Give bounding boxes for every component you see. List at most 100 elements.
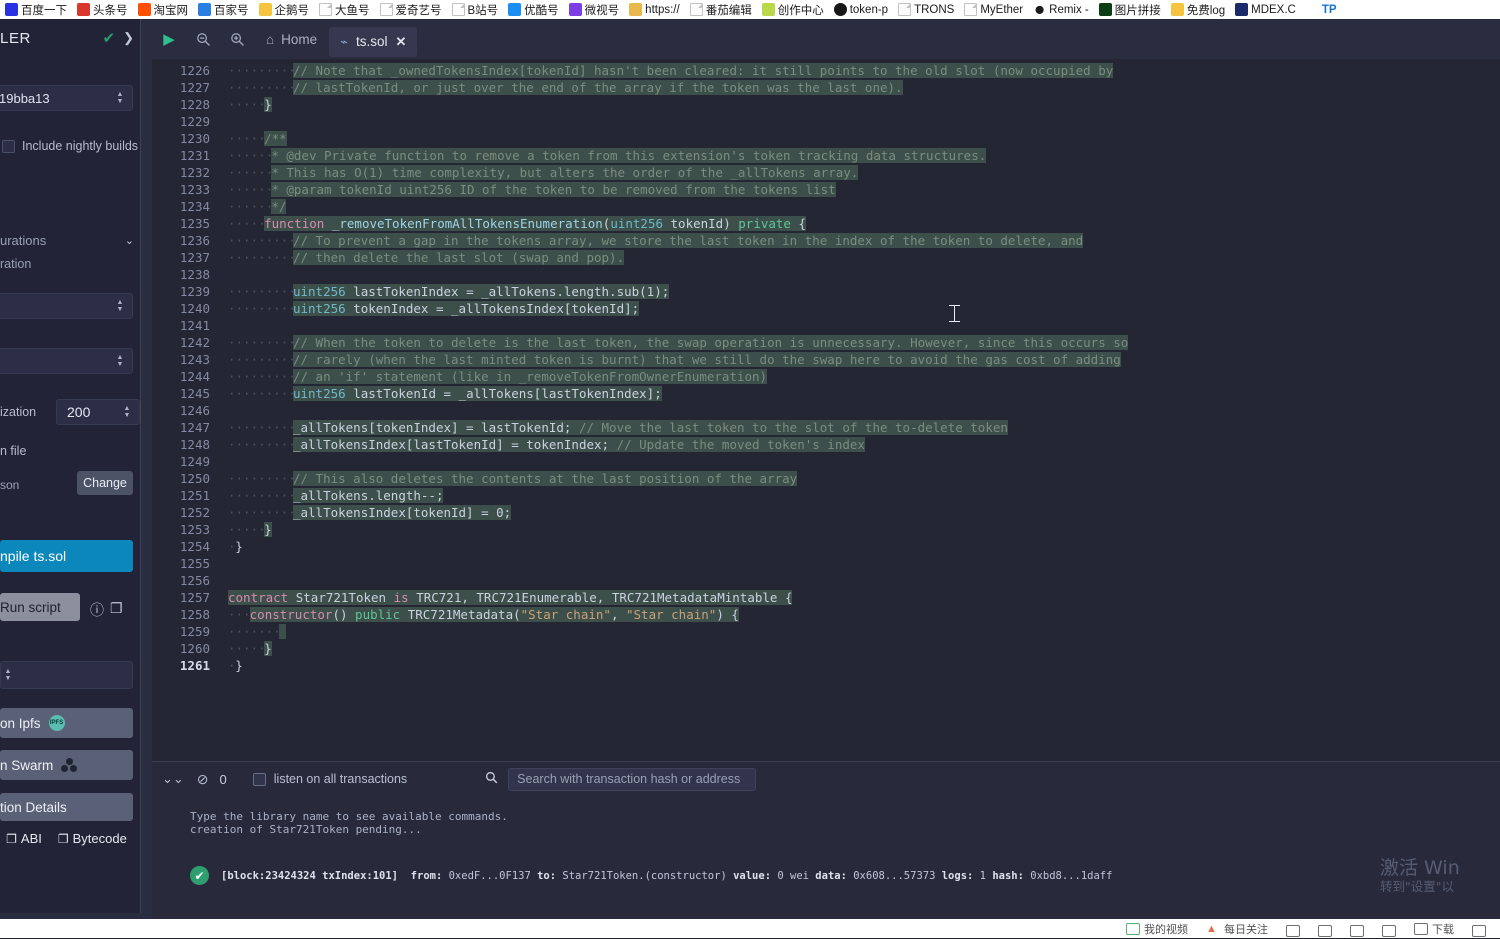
run-icon[interactable]: ▶: [152, 19, 186, 59]
code-editor[interactable]: 1226 1227 1228 1229 1230 1231 1232 1233 1234 1235…: [152, 59, 1500, 761]
code-line[interactable]: * This has O(1) time complexity, but alt…: [271, 164, 859, 181]
spinner-arrows-icon[interactable]: ▲ ▼: [113, 354, 127, 368]
clear-console-icon[interactable]: ⊘: [197, 771, 209, 788]
bottom-strip-item[interactable]: [1286, 925, 1300, 937]
transaction-search-input[interactable]: Search with transaction hash or address: [508, 767, 757, 791]
evm-version-select[interactable]: ▲ ▼: [0, 348, 133, 374]
code-line[interactable]: uint256 lastTokenId = _allTokens[lastTok…: [292, 385, 662, 402]
tab-home[interactable]: ⌂ Home: [254, 19, 329, 59]
code-fold-rail[interactable]: [220, 59, 228, 761]
code-line[interactable]: // then delete the last slot (swap and p…: [292, 249, 625, 266]
info-icon[interactable]: ⓘ: [90, 600, 104, 620]
spinner-arrows-icon[interactable]: ▲ ▼: [1, 668, 15, 682]
bookmark-item[interactable]: 百度一下: [0, 0, 72, 19]
bookmark-item[interactable]: 淘宝网: [133, 0, 194, 19]
chevron-right-icon[interactable]: ❯: [123, 30, 134, 46]
include-nightly-builds-row[interactable]: Include nightly builds: [0, 139, 140, 153]
bookmark-item[interactable]: ⬤ Remix -: [1028, 0, 1094, 19]
compilation-details-button[interactable]: tion Details: [0, 793, 133, 821]
code-line[interactable]: _allTokens.length--;: [292, 487, 444, 504]
code-line[interactable]: }: [264, 96, 272, 113]
bookmark-item[interactable]: 微视号: [564, 0, 625, 19]
code-line[interactable]: constructor() public TRC721Metadata("Sta…: [249, 606, 739, 623]
bookmark-item[interactable]: B站号: [447, 0, 504, 19]
bookmark-item[interactable]: MyEther: [959, 0, 1028, 19]
code-line[interactable]: }: [235, 538, 243, 555]
double-chevron-down-icon[interactable]: ⌄⌄: [162, 771, 184, 787]
listen-on-all-transactions-checkbox[interactable]: [252, 772, 266, 786]
code-line[interactable]: _allTokens[tokenIndex] = lastTokenId; //…: [292, 419, 1008, 436]
code-line[interactable]: // To prevent a gap in the tokens array,…: [292, 232, 1084, 249]
close-icon[interactable]: ✕: [396, 34, 407, 50]
bookmark-item[interactable]: 免费log: [1166, 0, 1230, 19]
publish-on-swarm-button[interactable]: n Swarm: [0, 750, 133, 780]
bookmark-item[interactable]: 爱奇艺号: [375, 0, 447, 19]
bottom-strip-item[interactable]: ▲ 每日关注: [1206, 921, 1268, 937]
code-line[interactable]: * @param tokenId uint256 ID of the token…: [271, 181, 836, 198]
change-config-file-button[interactable]: Change: [77, 471, 133, 495]
bookmark-item[interactable]: TRONS: [893, 0, 959, 19]
bookmark-item[interactable]: 图片拼接: [1094, 0, 1166, 19]
spinner-arrows-icon[interactable]: ▲ ▼: [113, 299, 127, 313]
copy-icon[interactable]: ❐: [110, 600, 123, 617]
code-line[interactable]: }: [264, 640, 272, 657]
contract-select[interactable]: ▲ ▼: [0, 661, 133, 689]
bookmark-item[interactable]: 创作中心: [757, 0, 829, 19]
bottom-strip-item[interactable]: [1382, 925, 1396, 937]
code-line[interactable]: uint256 tokenIndex = _allTokensIndex[tok…: [292, 300, 640, 317]
code-line[interactable]: function _removeTokenFromAllTokensEnumer…: [264, 215, 807, 232]
code-line[interactable]: // This also deletes the contents at the…: [292, 470, 798, 487]
copy-abi-button[interactable]: ❐ ABI: [6, 831, 42, 846]
bookmark-item[interactable]: 企鹅号: [254, 0, 315, 19]
code-content[interactable]: ·········// Note that _ownedTokensIndex[…: [228, 59, 1500, 761]
bookmark-item[interactable]: 头条号: [72, 0, 133, 19]
publish-on-ipfs-button[interactable]: on Ipfs IPFS: [0, 708, 133, 738]
bookmark-item[interactable]: 优酷号: [503, 0, 564, 19]
code-line[interactable]: _allTokensIndex[tokenId] = 0;: [292, 504, 512, 521]
bottom-strip-item[interactable]: [1350, 925, 1364, 937]
bottom-strip-item[interactable]: 下载: [1414, 921, 1454, 937]
code-line[interactable]: [278, 623, 287, 640]
bookmark-item[interactable]: 大鱼号: [314, 0, 375, 19]
spinner-arrows-icon[interactable]: ▲ ▼: [120, 405, 134, 419]
chevron-down-icon[interactable]: ⌄: [125, 234, 134, 247]
bottom-strip-item[interactable]: [1472, 925, 1486, 937]
bookmark-item[interactable]: MDEX.C: [1230, 0, 1301, 19]
code-line[interactable]: _allTokensIndex[lastTokenId] = tokenInde…: [292, 436, 865, 453]
code-line[interactable]: // When the token to delete is the last …: [292, 334, 1129, 351]
code-line[interactable]: // Note that _ownedTokensIndex[tokenId] …: [292, 62, 1114, 79]
compiler-version-select[interactable]: 19bba13 ▲ ▼: [0, 85, 133, 111]
bookmark-label: 头条号: [93, 4, 128, 17]
code-line[interactable]: uint256 lastTokenIndex = _allTokens.leng…: [292, 283, 670, 300]
bookmark-item[interactable]: https://: [624, 0, 685, 19]
code-line[interactable]: // lastTokenId, or just over the end of …: [292, 79, 903, 96]
bookmark-item[interactable]: 番茄编辑: [685, 0, 757, 19]
compile-button[interactable]: npile ts.sol: [0, 540, 133, 572]
code-line[interactable]: /**: [264, 130, 287, 147]
bottom-strip-item[interactable]: 我的视频: [1126, 921, 1188, 937]
code-line[interactable]: contract Star721Token is TRC721, TRC721E…: [228, 589, 793, 606]
green-square-icon: [1098, 3, 1112, 16]
run-script-label: Run script: [0, 599, 61, 615]
bookmark-item[interactable]: token-p: [829, 0, 893, 19]
bookmark-item[interactable]: TP: [1301, 0, 1342, 19]
zoom-in-icon[interactable]: [220, 19, 254, 59]
code-line[interactable]: */: [271, 198, 287, 215]
code-line[interactable]: // an 'if' statement (like in _removeTok…: [292, 368, 768, 385]
include-nightly-builds-checkbox[interactable]: [2, 139, 15, 153]
optimization-runs-stepper[interactable]: 200 ▲ ▼: [56, 399, 140, 425]
transaction-result-row[interactable]: ✔ [block:23424324 txIndex:101] from: 0xe…: [190, 866, 1112, 885]
tab-ts-sol[interactable]: ⌁ ts.sol ✕: [329, 26, 418, 57]
bottom-strip-item[interactable]: [1318, 925, 1332, 937]
advanced-configurations-row[interactable]: urations ⌄: [0, 233, 140, 248]
run-script-button[interactable]: Run script: [0, 593, 80, 621]
code-line[interactable]: }: [264, 521, 272, 538]
bookmark-item[interactable]: 百家号: [193, 0, 254, 19]
copy-bytecode-button[interactable]: ❐ Bytecode: [58, 831, 127, 846]
spinner-arrows-icon[interactable]: ▲ ▼: [113, 91, 127, 105]
code-line[interactable]: * @dev Private function to remove a toke…: [271, 147, 987, 164]
zoom-out-icon[interactable]: [186, 19, 220, 59]
code-line[interactable]: }: [235, 657, 243, 674]
evm-language-select[interactable]: ▲ ▼: [0, 293, 133, 319]
code-line[interactable]: // rarely (when the last minted token is…: [292, 351, 1121, 368]
